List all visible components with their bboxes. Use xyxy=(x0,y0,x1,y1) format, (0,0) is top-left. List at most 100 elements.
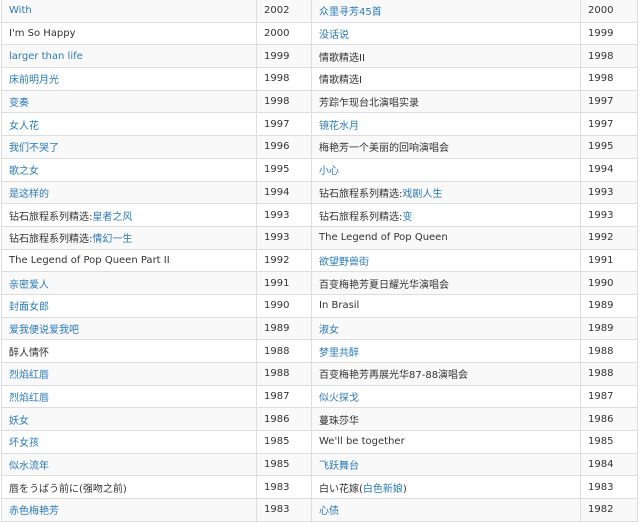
right-album-title-text: 白い花嫁( xyxy=(319,483,363,495)
right-album-cell: 钻石旅程系列精选:变 xyxy=(311,203,581,227)
album-table: With 2002 众里寻芳45首 2000 I'm So Happy 2000 没话说 19… xyxy=(1,0,638,522)
right-album-year: 1995 xyxy=(580,135,638,159)
right-album-title-text: 情歌精选II xyxy=(319,52,365,64)
right-album-year: 1993 xyxy=(580,203,638,227)
right-album-title-text: We'll be together xyxy=(319,436,405,448)
left-album-cell: 烈焰红唇 xyxy=(1,384,257,409)
right-album-cell: 蔓珠莎华 xyxy=(311,407,581,432)
left-album-link[interactable]: 妖女 xyxy=(9,416,29,427)
left-album-link[interactable]: 坏女孩 xyxy=(9,438,39,449)
table-row: 我们不哭了 1996 梅艳芳一个美丽的回响演唱会 1995 xyxy=(1,135,638,159)
right-album-title-text: In Brasil xyxy=(319,300,360,312)
right-album-link[interactable]: 镜花水月 xyxy=(319,121,359,132)
left-album-year: 1983 xyxy=(256,475,312,500)
right-album-link[interactable]: 淑女 xyxy=(319,325,339,336)
right-album-cell: 芳踪乍现台北演唱实录 xyxy=(311,89,581,114)
left-album-year: 1987 xyxy=(256,384,312,409)
left-album-cell: 床前明月光 xyxy=(1,67,257,91)
right-album-year: 1983 xyxy=(580,475,638,500)
left-album-link[interactable]: 歌之女 xyxy=(9,166,39,177)
left-album-year: 1996 xyxy=(256,135,312,159)
left-album-cell: 歌之女 xyxy=(1,157,257,182)
right-album-year: 1989 xyxy=(580,316,638,341)
right-album-link[interactable]: 白色新娘 xyxy=(363,484,403,495)
table-row: 歌之女 1995 小心 1994 xyxy=(1,157,638,182)
right-album-title-text: The Legend of Pop Queen xyxy=(319,232,448,244)
left-album-year: 1998 xyxy=(256,89,312,114)
right-album-link[interactable]: 似火探戈 xyxy=(319,393,359,404)
right-album-cell: 情歌精选I xyxy=(311,67,581,91)
right-album-year: 1986 xyxy=(580,407,638,432)
right-album-link[interactable]: 梦里共醉 xyxy=(319,348,359,359)
left-album-cell: With xyxy=(1,0,257,23)
right-album-year: 1987 xyxy=(580,384,638,409)
right-album-year: 1992 xyxy=(580,225,638,250)
table-row: 是这样的 1994 钻石旅程系列精选:戏剧人生 1993 xyxy=(1,180,638,205)
left-album-link[interactable]: 烈焰红唇 xyxy=(9,393,49,404)
left-album-link[interactable]: With xyxy=(9,5,32,16)
right-album-link[interactable]: 小心 xyxy=(319,166,339,177)
right-album-year: 1998 xyxy=(580,44,638,69)
left-album-year: 1985 xyxy=(256,452,312,477)
left-album-cell: 女人花 xyxy=(1,112,257,137)
left-album-cell: 变奏 xyxy=(1,89,257,114)
left-album-cell: 亲密爱人 xyxy=(1,271,257,295)
left-album-link[interactable]: 是这样的 xyxy=(9,189,49,200)
table-row: 亲密爱人 1991 百变梅艳芳夏日耀光华演唱会 1990 xyxy=(1,271,638,295)
table-row: 钻石旅程系列精选:情幻一生 1993 The Legend of Pop Queen… xyxy=(1,225,638,250)
right-album-year: 1997 xyxy=(580,89,638,114)
right-album-cell: 百变梅艳芳夏日耀光华演唱会 xyxy=(311,271,581,295)
left-album-link[interactable]: 封面女郎 xyxy=(9,302,49,313)
left-album-cell: 爱我便说爱我吧 xyxy=(1,316,257,341)
right-album-title-text: 百变梅艳芳夏日耀光华演唱会 xyxy=(319,279,449,291)
right-album-title-text: 钻石旅程系列精选: xyxy=(319,188,403,200)
left-album-year: 1983 xyxy=(256,498,312,522)
right-album-link[interactable]: 没话说 xyxy=(319,30,349,41)
right-album-link[interactable]: 变 xyxy=(402,212,412,223)
right-album-title-text: 芳踪乍现台北演唱实录 xyxy=(319,98,419,110)
left-album-link[interactable]: 似水流年 xyxy=(9,461,49,472)
right-album-cell: 似火探戈 xyxy=(311,384,581,409)
right-album-title-suffix: ) xyxy=(402,483,407,495)
right-album-year: 1998 xyxy=(580,67,638,91)
table-row: 唇をうばう前に(强吻之前) 1983 白い花嫁(白色新娘) 1983 xyxy=(1,475,638,500)
right-album-year: 1993 xyxy=(580,180,638,205)
left-album-link[interactable]: larger than life xyxy=(9,51,83,62)
right-album-link[interactable]: 众里寻芳45首 xyxy=(319,7,382,18)
left-album-title-text: I'm So Happy xyxy=(9,28,76,40)
table-row: 钻石旅程系列精选:皇者之风 1993 钻石旅程系列精选:变 1993 xyxy=(1,203,638,227)
left-album-link[interactable]: 我们不哭了 xyxy=(9,143,59,154)
right-album-cell: 心债 xyxy=(311,498,581,522)
right-album-year: 1994 xyxy=(580,157,638,182)
table-row: larger than life 1999 情歌精选II 1998 xyxy=(1,44,638,69)
right-album-year: 1985 xyxy=(580,430,638,454)
left-album-year: 1994 xyxy=(256,180,312,205)
right-album-link[interactable]: 飞跃舞台 xyxy=(319,461,359,472)
right-album-cell: We'll be together xyxy=(311,430,581,454)
left-album-link[interactable]: 烈焰红唇 xyxy=(9,370,49,381)
left-album-cell: 烈焰红唇 xyxy=(1,362,257,386)
right-album-year: 1988 xyxy=(580,339,638,363)
left-album-link[interactable]: 变奏 xyxy=(9,98,29,109)
right-album-year: 1982 xyxy=(580,498,638,522)
left-album-link[interactable]: 女人花 xyxy=(9,121,39,132)
right-album-link[interactable]: 欲望野兽街 xyxy=(319,257,369,268)
left-album-link[interactable]: 情幻一生 xyxy=(92,234,132,245)
left-album-link[interactable]: 爱我便说爱我吧 xyxy=(9,325,79,336)
right-album-cell: 众里寻芳45首 xyxy=(311,0,581,23)
left-album-link[interactable]: 皇者之风 xyxy=(92,212,132,223)
left-album-link[interactable]: 床前明月光 xyxy=(9,75,59,86)
left-album-link[interactable]: 亲密爱人 xyxy=(9,280,49,291)
left-album-cell: 似水流年 xyxy=(1,452,257,477)
right-album-link[interactable]: 心债 xyxy=(319,506,339,517)
right-album-title-text: 情歌精选I xyxy=(319,75,362,87)
left-album-cell: 钻石旅程系列精选:情幻一生 xyxy=(1,225,257,250)
left-album-cell: 坏女孩 xyxy=(1,430,257,454)
table-row: 似水流年 1985 飞跃舞台 1984 xyxy=(1,452,638,477)
table-row: 烈焰红唇 1987 似火探戈 1987 xyxy=(1,384,638,409)
right-album-title-text: 百变梅艳芳再展光华87-88演唱会 xyxy=(319,370,469,382)
left-album-title-text: 醉人情怀 xyxy=(9,347,49,359)
table-row: The Legend of Pop Queen Part II 1992 欲望野兽街… xyxy=(1,248,638,273)
right-album-link[interactable]: 戏剧人生 xyxy=(402,189,442,200)
left-album-link[interactable]: 赤色梅艳芳 xyxy=(9,506,59,517)
